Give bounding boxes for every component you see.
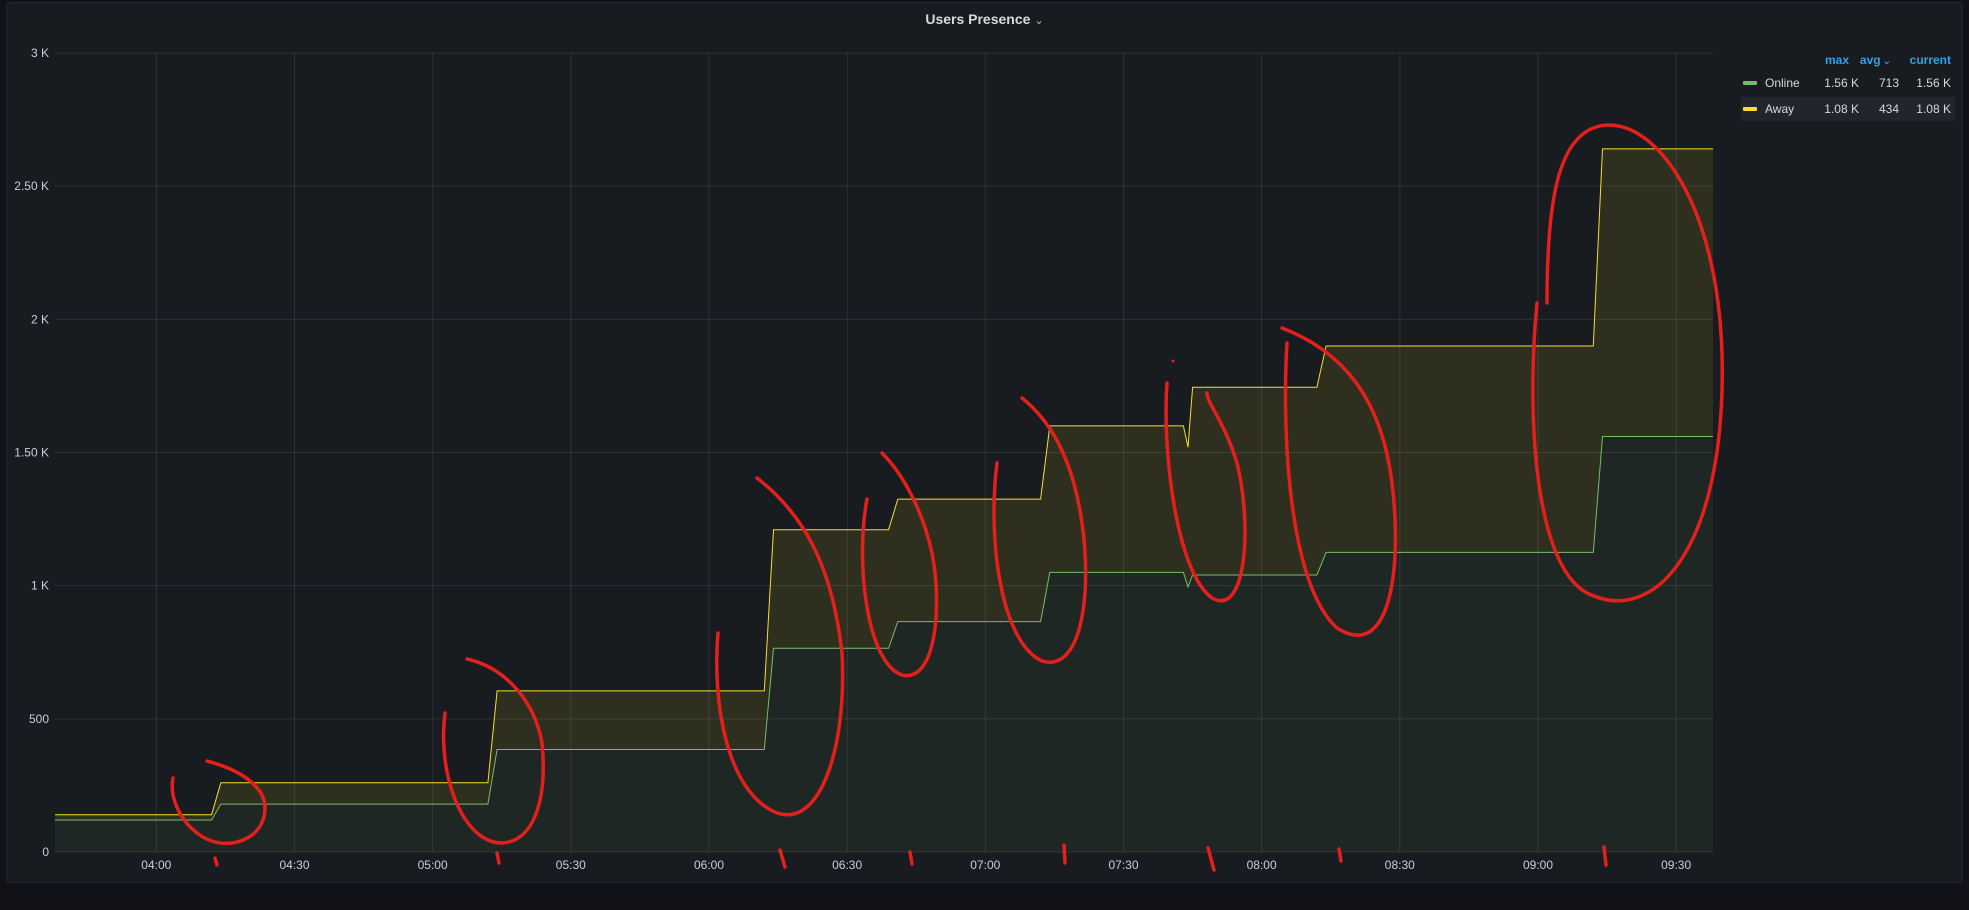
x-tick-label: 04:00 — [141, 858, 171, 872]
annotation-tick — [908, 850, 914, 866]
x-tick-label: 08:30 — [1385, 858, 1415, 872]
legend-name: Online — [1765, 76, 1800, 90]
legend-header: max avg ⌄ current — [1741, 51, 1955, 69]
annotation-tick — [495, 851, 501, 865]
legend-max: 1.56 K — [1824, 76, 1859, 90]
x-tick-label: 06:00 — [694, 858, 724, 872]
x-tick-label: 07:00 — [970, 858, 1000, 872]
y-tick-label: 0 — [42, 845, 49, 859]
annotation-tick — [778, 848, 787, 869]
annotation-tick — [1337, 847, 1343, 863]
legend-avg: 434 — [1878, 102, 1899, 116]
legend-header-max[interactable]: max — [1819, 51, 1849, 69]
legend-item-online[interactable]: Online 1.56 K 713 1.56 K — [1741, 71, 1955, 95]
x-tick-label: 09:30 — [1661, 858, 1691, 872]
x-tick-label: 09:00 — [1523, 858, 1553, 872]
chart-areas — [55, 148, 1713, 852]
legend-avg: 713 — [1878, 76, 1899, 90]
legend-item-away[interactable]: Away 1.08 K 434 1.08 K — [1741, 97, 1955, 121]
legend-current: 1.08 K — [1916, 102, 1951, 116]
legend-header-current[interactable]: current — [1891, 51, 1955, 69]
x-axis: 04:00 04:30 05:00 05:30 06:00 06:30 07:00 07:30… — [141, 858, 1691, 872]
legend: max avg ⌄ current Online 1.56 K 713 1.56 … — [1741, 51, 1955, 121]
legend-name: Away — [1765, 102, 1795, 116]
legend-max: 1.08 K — [1824, 102, 1859, 116]
chart-area[interactable]: 0 500 1 K 1.50 K 2 K 2.50 K 3 K 04:00 04:30 05:0… — [7, 3, 1964, 884]
legend-current: 1.56 K — [1916, 76, 1951, 90]
x-tick-label: 04:30 — [279, 858, 309, 872]
y-tick-label: 1 K — [31, 579, 49, 593]
graph-panel: Users Presence ⌄ 0 500 1 K 1.50 K2 K 2.50 K3 … — [6, 2, 1963, 883]
y-axis: 0 500 1 K 1.50 K 2 K 2.50 K 3 K — [14, 46, 49, 859]
y-tick-label: 3 K — [31, 46, 49, 60]
annotation-tick — [213, 856, 219, 867]
x-tick-label: 05:30 — [556, 858, 586, 872]
x-tick-label: 06:30 — [832, 858, 862, 872]
annotation-dot — [1171, 359, 1175, 363]
x-tick-label: 08:00 — [1247, 858, 1277, 872]
sort-chevron-icon: ⌄ — [1882, 56, 1891, 67]
y-tick-label: 1.50 K — [14, 446, 49, 460]
legend-header-avg-label: avg — [1859, 53, 1881, 67]
x-tick-label: 07:30 — [1108, 858, 1138, 872]
x-tick-label: 05:00 — [418, 858, 448, 872]
legend-swatch-online — [1743, 81, 1757, 85]
y-tick-label: 2.50 K — [14, 179, 49, 193]
legend-swatch-away — [1743, 107, 1757, 111]
y-tick-label: 2 K — [31, 312, 49, 326]
y-tick-label: 500 — [29, 712, 49, 726]
legend-header-avg[interactable]: avg ⌄ — [1849, 51, 1891, 69]
annotation-tick — [1602, 845, 1608, 867]
annotation-tick — [1062, 843, 1067, 865]
